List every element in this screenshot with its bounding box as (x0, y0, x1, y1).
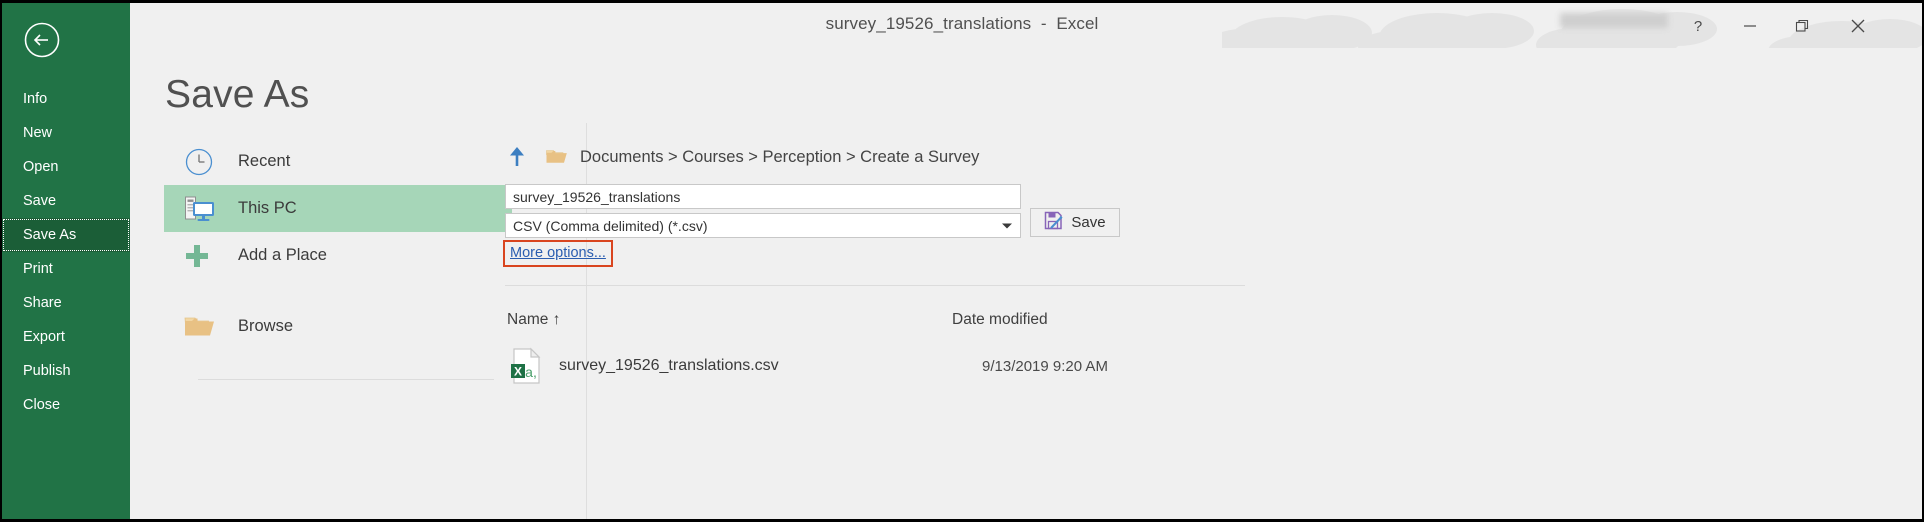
svg-text:?: ? (1694, 18, 1702, 35)
rail-item-label: Close (23, 397, 61, 413)
places-divider (198, 379, 494, 380)
rail-item-new[interactable]: New (2, 116, 130, 150)
backstage-content: Save As Recent This PC Add a Place Brows… (130, 48, 1922, 519)
rail-item-export[interactable]: Export (2, 320, 130, 354)
save-button-label: Save (1071, 214, 1106, 231)
rail-item-label: New (23, 125, 53, 141)
rail-item-save-as[interactable]: Save As (2, 218, 130, 252)
rail-item-label: Share (23, 295, 62, 311)
rail-item-open[interactable]: Open (2, 150, 130, 184)
place-item-browse[interactable]: Browse (164, 303, 512, 350)
file-name: survey_19526_translations.csv (559, 357, 779, 374)
rail-item-close[interactable]: Close (2, 388, 130, 422)
place-item-label: Add a Place (238, 246, 327, 264)
rail-item-print[interactable]: Print (2, 252, 130, 286)
account-name-blurred[interactable] (1560, 13, 1668, 28)
svg-text:a,: a, (525, 364, 537, 380)
rail-item-label: Save (23, 193, 57, 209)
breadcrumb-path[interactable]: Documents > Courses > Perception > Creat… (580, 148, 979, 167)
svg-text:X: X (514, 365, 522, 379)
place-item-label: Recent (238, 152, 291, 170)
save-disk-icon (1044, 211, 1063, 235)
more-options-highlight: More options... (503, 240, 613, 267)
up-arrow-icon[interactable] (505, 145, 529, 169)
title-bar: survey_19526_translations - Excel ? (2, 3, 1922, 65)
file-list-header: Name ↑ Date modified (505, 311, 1245, 335)
rail-item-label: Print (23, 261, 53, 277)
rail-item-publish[interactable]: Publish (2, 354, 130, 388)
column-header-date-modified[interactable]: Date modified (952, 311, 1048, 329)
rail-item-label: Export (23, 329, 65, 345)
backstage-left-rail: Info New Open Save Save As Print Share E… (2, 3, 130, 519)
file-list-row[interactable]: X a, survey_19526_translations.csv 9/13/… (505, 345, 1245, 387)
file-date-modified: 9/13/2019 9:20 AM (982, 357, 1108, 375)
rail-item-info[interactable]: Info (2, 82, 130, 116)
places-list: Recent This PC Add a Place Browse (164, 138, 512, 380)
chevron-down-icon (1002, 223, 1012, 228)
restore-button[interactable] (1776, 3, 1828, 48)
rail-item-share[interactable]: Share (2, 286, 130, 320)
more-options-link[interactable]: More options... (510, 245, 606, 261)
monitor-icon (184, 191, 226, 227)
back-arrow-icon[interactable] (23, 21, 61, 59)
place-item-add-a-place[interactable]: Add a Place (164, 232, 512, 279)
rail-item-save[interactable]: Save (2, 184, 130, 218)
breadcrumb: Documents > Courses > Perception > Creat… (505, 144, 979, 170)
save-button[interactable]: Save (1030, 208, 1120, 237)
minimize-button[interactable] (1724, 3, 1776, 48)
place-item-label: Browse (238, 317, 294, 335)
folder-icon (546, 148, 568, 166)
rail-item-label: Publish (23, 363, 71, 379)
pane-divider (505, 285, 1245, 286)
file-name-input[interactable] (505, 184, 1021, 209)
rail-item-label: Save As (23, 227, 77, 243)
column-header-name[interactable]: Name ↑ (507, 311, 560, 329)
help-button[interactable]: ? (1672, 3, 1724, 48)
page-title: Save As (165, 73, 310, 116)
folder-icon (184, 309, 226, 345)
place-item-this-pc[interactable]: This PC (164, 185, 512, 232)
csv-file-icon: X a, (507, 346, 547, 386)
place-item-label: This PC (238, 199, 297, 217)
rail-item-list: Info New Open Save Save As Print Share E… (2, 82, 130, 422)
close-button[interactable] (1832, 3, 1884, 48)
file-type-select[interactable]: CSV (Comma delimited) (*.csv) (505, 213, 1021, 238)
place-item-recent[interactable]: Recent (164, 138, 512, 185)
rail-item-label: Open (23, 159, 59, 175)
clock-icon (184, 144, 226, 180)
file-type-value: CSV (Comma delimited) (*.csv) (513, 217, 708, 234)
plus-icon (184, 238, 226, 274)
rail-item-label: Info (23, 91, 48, 107)
excel-backstage-window: survey_19526_translations - Excel ? Info… (2, 3, 1922, 519)
